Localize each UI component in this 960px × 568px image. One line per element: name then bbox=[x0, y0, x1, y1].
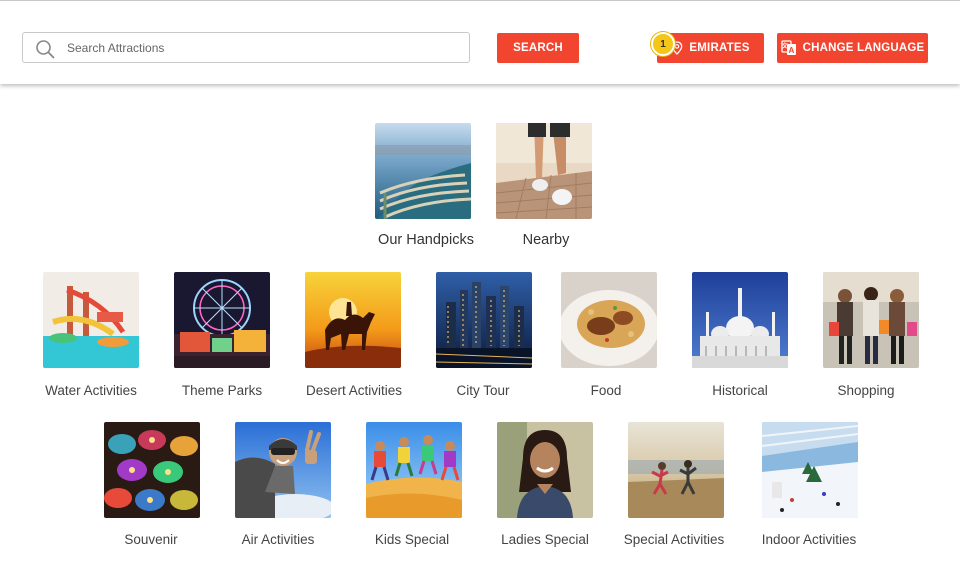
category-label[interactable]: Special Activities bbox=[624, 532, 725, 547]
category-label[interactable]: Shopping bbox=[837, 383, 894, 398]
category-label[interactable]: Theme Parks bbox=[182, 383, 262, 398]
category-label[interactable]: City Tour bbox=[456, 383, 509, 398]
category-label[interactable]: Our Handpicks bbox=[378, 232, 474, 248]
svg-text:文: 文 bbox=[781, 42, 789, 50]
shoppers-photo[interactable] bbox=[823, 272, 919, 368]
translate-icon: A 文 bbox=[781, 40, 796, 55]
category-label[interactable]: Water Activities bbox=[45, 383, 137, 398]
change-language-button[interactable]: A 文 CHANGE LANGUAGE bbox=[777, 33, 928, 63]
svg-text:A: A bbox=[788, 46, 794, 55]
ski-slope-photo[interactable] bbox=[762, 422, 858, 518]
mosque-photo[interactable] bbox=[692, 272, 788, 368]
beach-run-photo[interactable] bbox=[628, 422, 724, 518]
search-icon bbox=[36, 40, 55, 59]
jumping-kids-photo[interactable] bbox=[366, 422, 462, 518]
category-label[interactable]: Air Activities bbox=[242, 532, 315, 547]
category-label[interactable]: Indoor Activities bbox=[762, 532, 857, 547]
category-label[interactable]: Food bbox=[591, 383, 622, 398]
lanterns-photo[interactable] bbox=[104, 422, 200, 518]
notification-badge: 1 bbox=[651, 32, 675, 56]
food-plate-photo[interactable] bbox=[561, 272, 657, 368]
category-label[interactable]: Ladies Special bbox=[501, 532, 589, 547]
palm-island-photo[interactable] bbox=[375, 123, 471, 219]
walking-feet-photo[interactable] bbox=[496, 123, 592, 219]
category-label[interactable]: Nearby bbox=[523, 232, 570, 248]
skydiver-photo[interactable] bbox=[235, 422, 331, 518]
top-bar: SEARCH EMIRATES 1 A 文 CHANGE LANGUAGE bbox=[0, 0, 960, 84]
category-label[interactable]: Souvenir bbox=[124, 532, 177, 547]
category-label[interactable]: Desert Activities bbox=[306, 383, 402, 398]
search-input[interactable] bbox=[67, 33, 463, 62]
search-box[interactable] bbox=[22, 32, 470, 63]
location-button-label: EMIRATES bbox=[689, 42, 750, 54]
camel-sunset-photo[interactable] bbox=[305, 272, 401, 368]
skyline-night-photo[interactable] bbox=[436, 272, 532, 368]
category-label[interactable]: Historical bbox=[712, 383, 768, 398]
smiling-woman-photo[interactable] bbox=[497, 422, 593, 518]
ferris-wheel-photo[interactable] bbox=[174, 272, 270, 368]
waterpark-photo[interactable] bbox=[43, 272, 139, 368]
change-language-label: CHANGE LANGUAGE bbox=[802, 42, 925, 54]
category-label[interactable]: Kids Special bbox=[375, 532, 449, 547]
search-button[interactable]: SEARCH bbox=[497, 33, 579, 63]
